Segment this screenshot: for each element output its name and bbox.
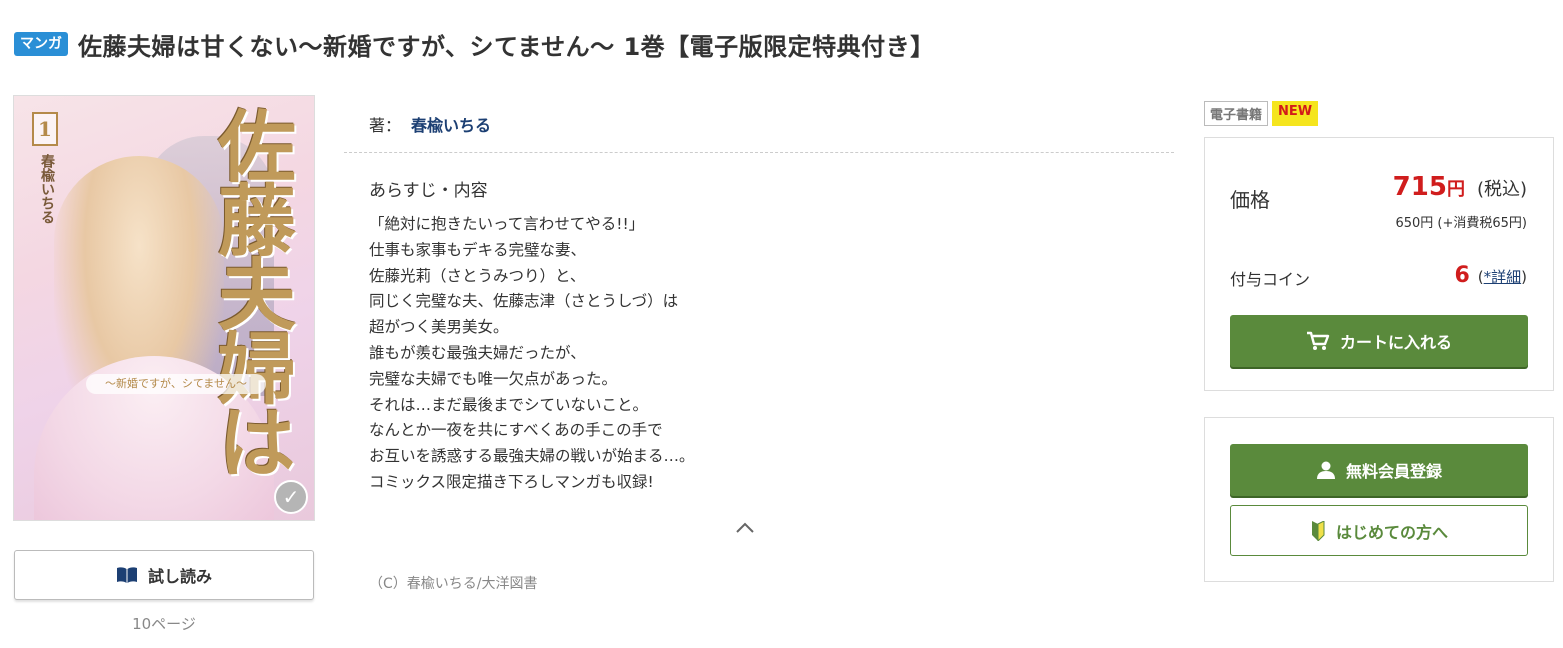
new-badge: NEW [1272, 101, 1319, 126]
synopsis-line: 完璧な夫婦でも唯一欠点があった。 [369, 369, 618, 388]
synopsis-line: 佐藤光莉（さとうみつり）と、 [369, 266, 586, 285]
trial-pages: 10ページ [132, 615, 196, 633]
synopsis-line: 超がつく美男美女。 [369, 318, 509, 337]
price-breakdown: 650円 (+消費税65円) [1395, 216, 1527, 231]
divider [344, 152, 1174, 153]
cart-icon [1306, 331, 1330, 350]
coin-label: 付与コイン [1230, 270, 1311, 289]
author-row: 著： 春楡いちる [369, 112, 491, 136]
synopsis-line: それは…まだ最後までシていないこと。 [369, 395, 649, 414]
user-icon [1316, 461, 1335, 479]
cover-author: 春楡いちる [39, 154, 55, 224]
member-box: 無料会員登録 はじめての方へ [1204, 417, 1554, 582]
ebook-tag: 電子書籍 [1204, 101, 1269, 126]
price-box: 価格 715 円 (税込) 650円 (+消費税65円) 付与コイン 6 (*詳… [1204, 137, 1554, 391]
price-currency: 円 [1446, 179, 1465, 200]
cover-subtitle: 〜新婚ですが、シてません〜 [86, 374, 266, 394]
cover-title: 佐藤夫婦は [205, 106, 296, 476]
free-register-button[interactable]: 無料会員登録 [1230, 444, 1528, 496]
synopsis-heading: あらすじ・内容 [369, 181, 488, 201]
coin-detail-link[interactable]: *詳細 [1484, 268, 1522, 286]
free-register-label: 無料会員登録 [1345, 462, 1442, 481]
title-row: マンガ 佐藤夫婦は甘くない〜新婚ですが、シてません〜 1巻【電子版限定特典付き】 [14, 26, 935, 62]
coin-close-paren: ) [1521, 268, 1527, 286]
trial-read-button[interactable]: 試し読み [14, 550, 314, 600]
add-to-cart-button[interactable]: カートに入れる [1230, 315, 1528, 367]
page-title: 佐藤夫婦は甘くない〜新婚ですが、シてません〜 1巻【電子版限定特典付き】 [78, 32, 935, 61]
copyright: （C）春楡いちる/大洋図書 [369, 576, 538, 592]
first-time-button[interactable]: はじめての方へ [1230, 505, 1528, 556]
author-link[interactable]: 春楡いちる [411, 112, 491, 136]
tags: 電子書籍 NEW [1204, 101, 1319, 126]
synopsis-line: 同じく完璧な夫、佐藤志津（さとうしづ）は [369, 292, 679, 311]
first-time-label: はじめての方へ [1335, 522, 1448, 542]
book-icon [116, 567, 137, 583]
genre-badge: マンガ [14, 32, 68, 56]
trial-read-label: 試し読み [147, 567, 212, 586]
price-value: 715 円 (税込) [1393, 172, 1527, 202]
check-icon: ✓ [274, 480, 308, 514]
price-label: 価格 [1230, 188, 1270, 212]
cover-volume-number: 1 [32, 112, 58, 146]
price-amount: 715 [1392, 172, 1447, 202]
coin-detail: (*詳細) [1478, 266, 1527, 287]
price-tax-note: (税込) [1476, 179, 1527, 200]
synopsis-line: 仕事も家事もデキる完璧な妻、 [369, 240, 587, 259]
add-to-cart-label: カートに入れる [1339, 333, 1452, 352]
synopsis-line: コミックス限定描き下ろしマンガも収録! [369, 472, 654, 491]
synopsis-line: お互いを誘惑する最強夫婦の戦いが始まる…。 [369, 447, 695, 466]
beginner-leaf-icon [1311, 520, 1325, 541]
synopsis-line: 「絶対に抱きたいって言わせてやる!!」 [369, 215, 645, 233]
chevron-up-icon[interactable] [733, 517, 757, 537]
synopsis-line: なんとか一夜を共にすべくあの手この手で [369, 421, 663, 440]
coin-value: 6 (*詳細) [1454, 263, 1527, 288]
synopsis-text: 「絶対に抱きたいって言わせてやる!!」 仕事も家事もデキる完璧な妻、 佐藤光莉（… [369, 212, 1129, 496]
cover-image[interactable]: 1 春楡いちる 佐藤夫婦は 〜新婚ですが、シてません〜 ✓ [13, 95, 315, 521]
author-label: 著： [369, 116, 402, 135]
synopsis-line: 誰もが羨む最強夫婦だったが、 [369, 343, 586, 362]
coin-amount: 6 [1454, 263, 1470, 288]
